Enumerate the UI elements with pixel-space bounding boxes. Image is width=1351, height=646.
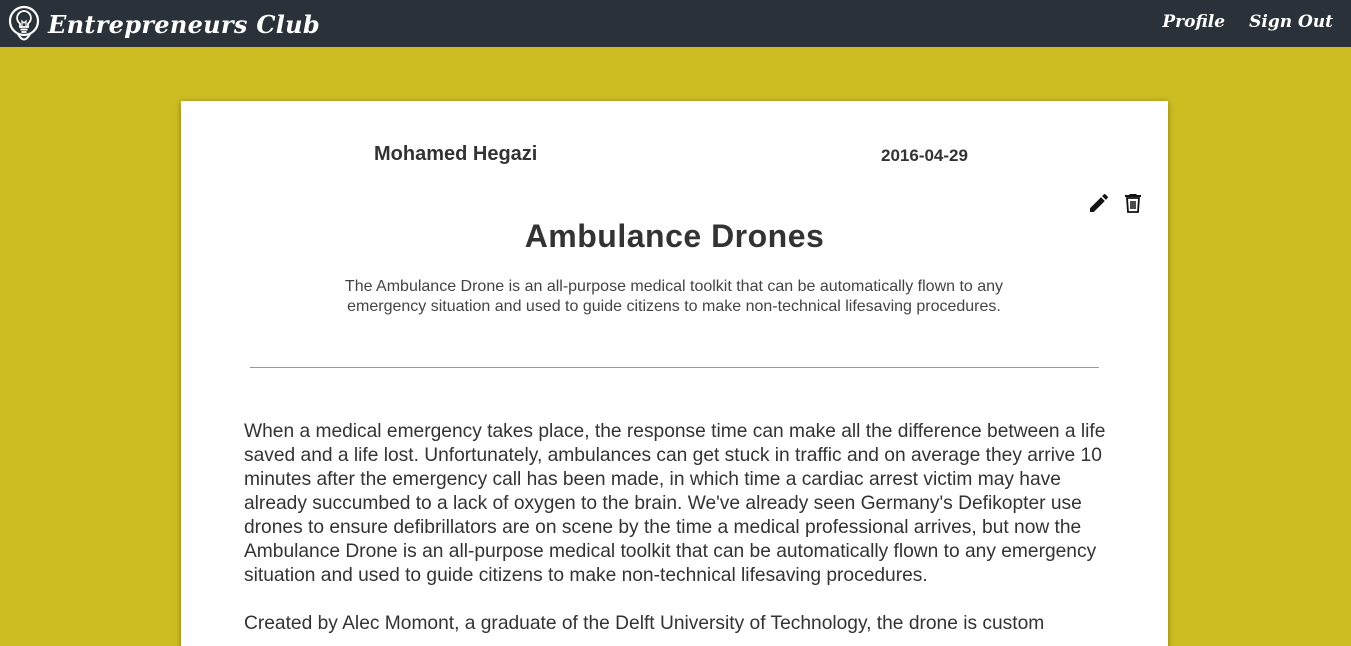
- body-paragraph: Created by Alec Momont, a graduate of th…: [244, 613, 1045, 634]
- profile-link[interactable]: Profile: [1162, 12, 1225, 32]
- post-author: Mohamed Hegazi: [374, 143, 538, 165]
- brand-name: Entrepreneurs Club: [48, 9, 320, 39]
- pencil-icon[interactable]: [1087, 191, 1111, 215]
- sign-out-link[interactable]: Sign Out: [1249, 12, 1333, 32]
- trash-icon[interactable]: [1121, 191, 1145, 215]
- body-paragraph: When a medical emergency takes place, th…: [244, 421, 1106, 586]
- post-summary: The Ambulance Drone is an all-purpose me…: [344, 278, 1004, 315]
- post-actions: [1087, 191, 1145, 215]
- post-title: Ambulance Drones: [524, 218, 825, 254]
- post-card: Mohamed Hegazi 2016-04-29 Ambulance Dron…: [181, 101, 1168, 646]
- top-navbar: Entrepreneurs Club Profile Sign Out: [0, 0, 1351, 47]
- lightbulb-icon: [8, 5, 40, 41]
- nav-links: Profile Sign Out: [1162, 12, 1333, 32]
- post-date: 2016-04-29: [881, 146, 968, 165]
- post-body: When a medical emergency takes place, th…: [244, 420, 1109, 646]
- brand-link[interactable]: Entrepreneurs Club: [8, 4, 320, 44]
- divider: [250, 367, 1099, 368]
